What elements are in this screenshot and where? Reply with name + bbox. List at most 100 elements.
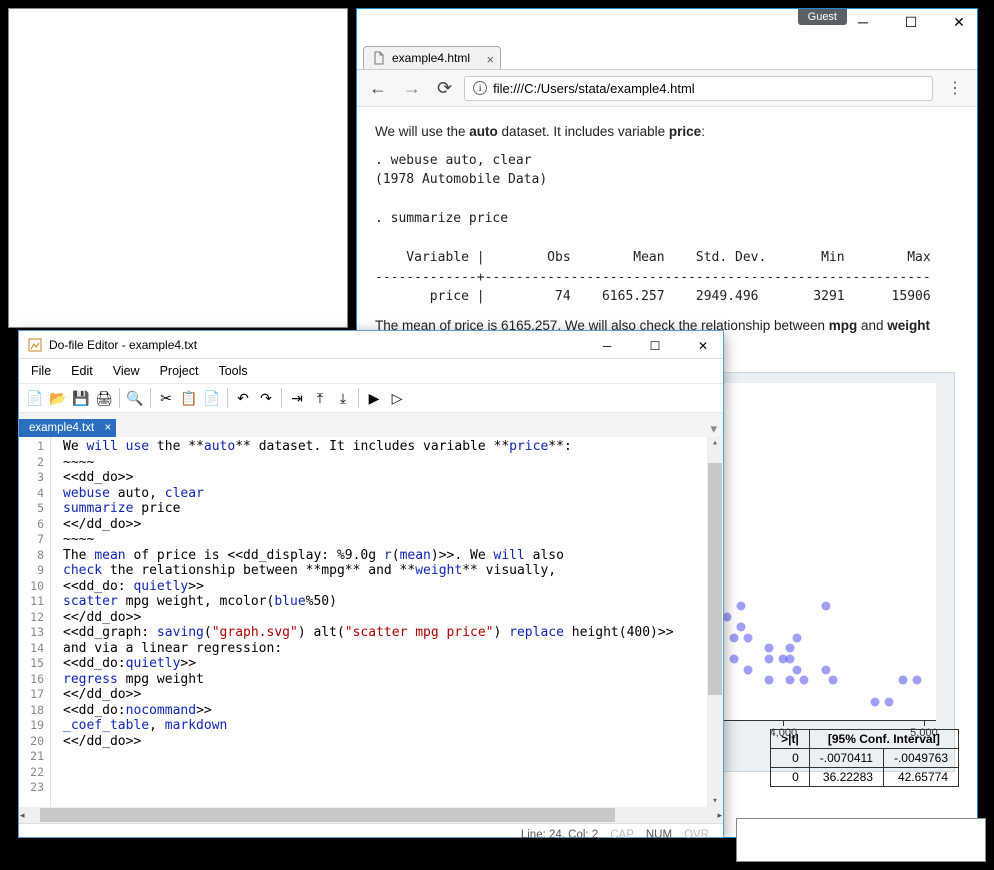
browser-tab[interactable]: example4.html × [363, 46, 501, 69]
data-point [744, 665, 753, 674]
code-line[interactable]: webuse auto, clear [63, 486, 703, 502]
table-row: 0-.0070411-.0049763 [771, 749, 959, 768]
print-icon[interactable]: 🖨 [94, 388, 114, 408]
tab-close-icon[interactable]: × [486, 52, 494, 67]
data-point [828, 676, 837, 685]
code-line[interactable]: We will use the **auto** dataset. It inc… [63, 439, 703, 455]
run-selection-icon[interactable]: ▷ [387, 388, 407, 408]
data-point [786, 655, 795, 664]
url-input[interactable]: i file:///C:/Users/stata/example4.html [464, 76, 933, 101]
menu-file[interactable]: File [31, 364, 51, 378]
dofile-tab-close-icon[interactable]: × [104, 422, 111, 434]
placeholder-box-top-left [8, 8, 348, 328]
horizontal-scrollbar[interactable]: ◂ ▸ [19, 807, 723, 823]
stata-output: . webuse auto, clear (1978 Automobile Da… [375, 151, 959, 307]
data-point [765, 655, 774, 664]
code-line[interactable]: <</dd_do>> [63, 687, 703, 703]
back-button[interactable]: ← [365, 78, 391, 99]
code-line[interactable]: and via a linear regression: [63, 641, 703, 657]
dofile-tabbar: example4.txt × ▾ [19, 413, 723, 437]
code-line[interactable]: <<dd_do: quietly>> [63, 579, 703, 595]
dofile-minimize-button[interactable]: ─ [593, 335, 621, 357]
table-row: 036.2228342.65774 [771, 768, 959, 787]
scrollbar-thumb-h[interactable] [40, 808, 615, 822]
run-icon[interactable]: ▶ [364, 388, 384, 408]
data-point [765, 644, 774, 653]
dofile-toolbar: 📄📂💾🖨🔍✂📋📄↶↷⇥⤒⤓▶▷ [19, 383, 723, 413]
data-point [800, 676, 809, 685]
undo-icon[interactable]: ↶ [233, 388, 253, 408]
find-icon[interactable]: 🔍 [125, 388, 145, 408]
code-line[interactable]: <</dd_do>> [63, 610, 703, 626]
copy-icon[interactable]: 📋 [179, 388, 199, 408]
indent-icon[interactable]: ⇥ [287, 388, 307, 408]
vertical-scrollbar[interactable]: ▴ ▾ [707, 437, 723, 807]
scroll-right-icon[interactable]: ▸ [716, 809, 723, 822]
dofile-app-icon [27, 337, 43, 353]
code-line[interactable]: regress mpg weight [63, 672, 703, 688]
scrollbar-thumb[interactable] [708, 463, 722, 695]
save-icon[interactable]: 💾 [71, 388, 91, 408]
code-line[interactable]: ~~~~ [63, 532, 703, 548]
code-line[interactable]: <<dd_do>> [63, 470, 703, 486]
code-line[interactable]: <</dd_do>> [63, 734, 703, 750]
code-line[interactable]: _coef_table, markdown [63, 718, 703, 734]
code-line[interactable]: check the relationship between **mpg** a… [63, 563, 703, 579]
close-button[interactable]: ✕ [945, 11, 973, 33]
data-point [786, 676, 795, 685]
data-point [744, 633, 753, 642]
dofile-tab[interactable]: example4.txt × [19, 419, 116, 437]
code-line[interactable]: <<dd_graph: saving("graph.svg") alt("sca… [63, 625, 703, 641]
code-line[interactable]: ~~~~ [63, 455, 703, 471]
browser-menu-icon[interactable]: ⋮ [941, 78, 969, 98]
scroll-down-icon[interactable]: ▾ [711, 795, 718, 807]
data-point [870, 697, 879, 706]
redo-icon[interactable]: ↷ [256, 388, 276, 408]
code-line[interactable]: <<dd_do:nocommand>> [63, 703, 703, 719]
intro-text: We will use the auto dataset. It include… [375, 121, 959, 143]
menu-tools[interactable]: Tools [218, 364, 247, 378]
code-text-area[interactable]: We will use the **auto** dataset. It inc… [51, 437, 707, 807]
code-editor[interactable]: 1234567891011121314151617181920212223 We… [19, 437, 723, 807]
cut-icon[interactable]: ✂ [156, 388, 176, 408]
data-point [730, 655, 739, 664]
maximize-button[interactable]: ☐ [897, 11, 925, 33]
dofile-statusbar: Line: 24, Col: 2 CAP NUM OVR [19, 823, 723, 845]
info-icon[interactable]: i [473, 81, 487, 95]
code-line[interactable]: scatter mpg weight, mcolor(blue%50) [63, 594, 703, 610]
dofile-maximize-button[interactable]: ☐ [641, 335, 669, 357]
browser-tab-bar: example4.html × [357, 39, 977, 69]
line-gutter: 1234567891011121314151617181920212223 [19, 437, 51, 807]
bookmark-next-icon[interactable]: ⤓ [333, 388, 353, 408]
open-file-icon[interactable]: 📂 [48, 388, 68, 408]
code-line[interactable]: summarize price [63, 501, 703, 517]
dofile-close-button[interactable]: ✕ [689, 335, 717, 357]
file-icon [372, 51, 386, 65]
data-point [786, 644, 795, 653]
code-line[interactable]: The mean of price is <<dd_display: %9.0g… [63, 548, 703, 564]
paste-icon[interactable]: 📄 [202, 388, 222, 408]
minimize-button[interactable]: ─ [849, 11, 877, 33]
reload-button[interactable]: ⟳ [433, 78, 456, 99]
forward-button[interactable]: → [399, 78, 425, 99]
dofile-titlebar: Do-file Editor - example4.txt ─ ☐ ✕ [19, 331, 723, 359]
bookmark-prev-icon[interactable]: ⤒ [310, 388, 330, 408]
tab-dropdown-icon[interactable]: ▾ [704, 421, 723, 437]
dofile-menubar: File Edit View Project Tools [19, 359, 723, 383]
dofile-title-text: Do-file Editor - example4.txt [49, 338, 197, 352]
regression-table-fragment: >|t|[95% Conf. Interval] 0-.0070411-.004… [770, 729, 959, 787]
menu-project[interactable]: Project [160, 364, 199, 378]
data-point [898, 676, 907, 685]
code-line[interactable]: <</dd_do>> [63, 517, 703, 533]
scroll-left-icon[interactable]: ◂ [19, 809, 26, 822]
menu-edit[interactable]: Edit [71, 364, 93, 378]
new-file-icon[interactable]: 📄 [25, 388, 45, 408]
scroll-up-icon[interactable]: ▴ [711, 437, 718, 449]
menu-view[interactable]: View [113, 364, 140, 378]
dofile-tab-label: example4.txt [29, 422, 94, 434]
code-line[interactable]: <<dd_do:quietly>> [63, 656, 703, 672]
data-point [821, 665, 830, 674]
data-point [737, 623, 746, 632]
data-point [793, 633, 802, 642]
col-pt: >|t| [771, 730, 810, 749]
